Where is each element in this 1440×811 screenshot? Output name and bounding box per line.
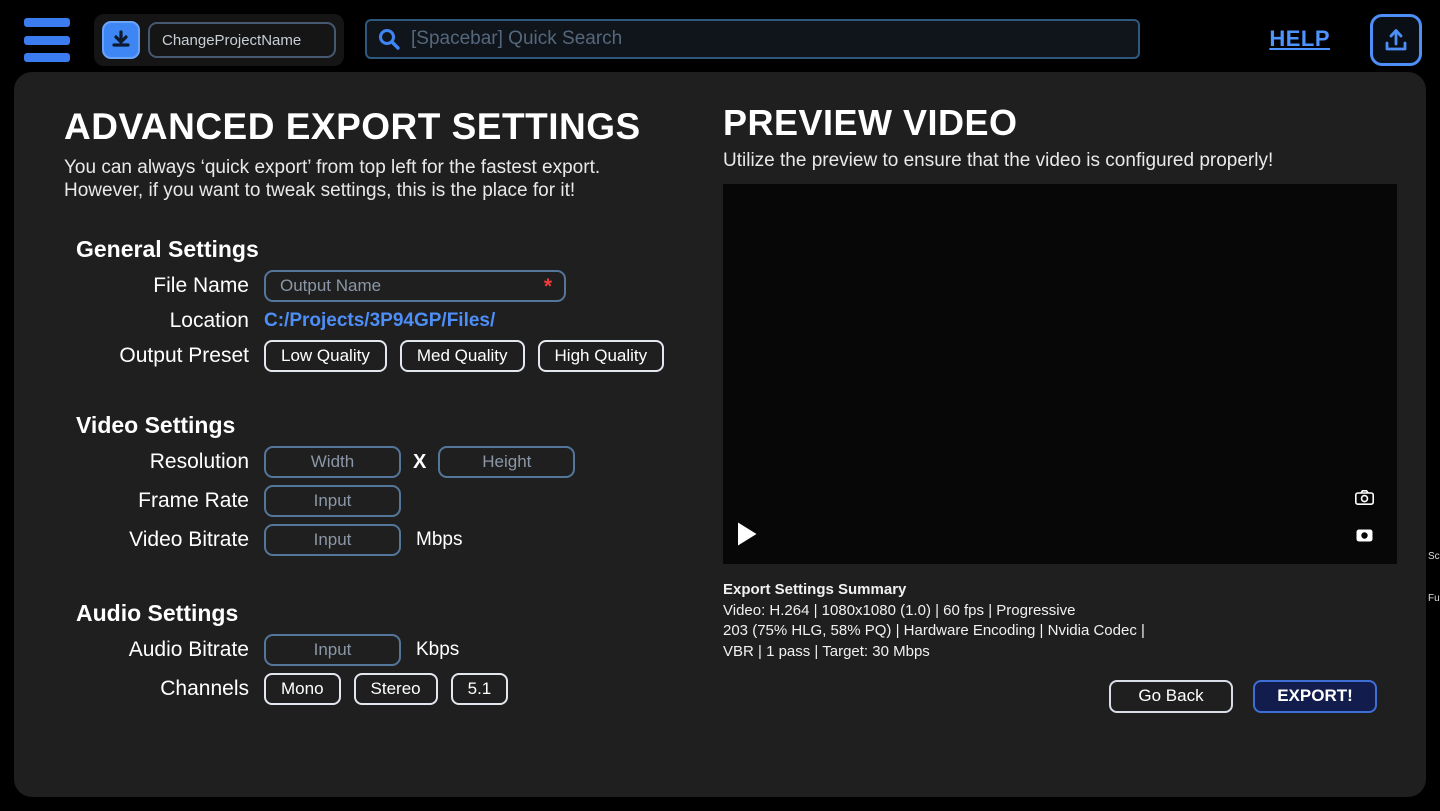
export-settings-summary: Export Settings Summary Video: H.264 | 1…	[723, 580, 1397, 663]
file-name-row: File Name *	[64, 270, 714, 303]
export-button[interactable]: EXPORT!	[1253, 679, 1377, 713]
search-icon	[379, 29, 400, 50]
go-back-button[interactable]: Go Back	[1109, 679, 1233, 713]
video-settings-heading: Video Settings	[76, 412, 236, 439]
main-panel: ADVANCED EXPORT SETTINGS You can always …	[14, 72, 1426, 797]
preview-video-section: PREVIEW VIDEO Utilize the preview to ens…	[723, 102, 1397, 713]
location-label: Location	[169, 309, 249, 333]
channels-label: Channels	[160, 677, 249, 701]
play-icon	[738, 522, 757, 546]
preset-high-quality-button[interactable]: High Quality	[537, 340, 665, 373]
audio-bitrate-label: Audio Bitrate	[128, 638, 249, 662]
subtitle-line-1: You can always ‘quick export’ from top l…	[64, 157, 601, 178]
video-bitrate-row: Video Bitrate Mbps	[64, 524, 714, 557]
width-input[interactable]	[264, 446, 401, 479]
frame-rate-row: Frame Rate	[64, 485, 714, 518]
audio-settings-heading: Audio Settings	[76, 600, 239, 627]
help-link[interactable]: HELP	[1269, 26, 1330, 52]
resolution-label: Resolution	[149, 450, 249, 474]
channel-51-button[interactable]: 5.1	[450, 673, 509, 706]
quick-export-icon[interactable]	[102, 21, 140, 59]
download-arrow-icon	[112, 30, 130, 47]
upload-icon	[1385, 29, 1407, 51]
frame-capture-icon	[1356, 529, 1373, 542]
required-asterisk: *	[543, 275, 552, 299]
subtitle-line-2: However, if you want to tweak settings, …	[64, 180, 576, 202]
summary-heading: Export Settings Summary	[723, 581, 907, 598]
frame-rate-input[interactable]	[264, 485, 401, 518]
video-bitrate-unit: Mbps	[416, 529, 463, 551]
channel-mono-button[interactable]: Mono	[264, 673, 341, 706]
record-frame-icon[interactable]	[1356, 529, 1373, 547]
camera-snapshot-icon[interactable]	[1355, 490, 1374, 510]
project-name-input[interactable]	[148, 22, 336, 58]
summary-line-3: VBR | 1 pass | Target: 30 Mbps	[723, 643, 930, 661]
output-preset-label: Output Preset	[119, 344, 249, 368]
preview-title: PREVIEW VIDEO	[723, 102, 1018, 143]
general-settings-heading: General Settings	[76, 236, 259, 263]
edge-clipped-text-1: Scr	[1428, 551, 1440, 562]
top-bar: HELP	[0, 0, 1440, 80]
play-button[interactable]	[736, 521, 758, 552]
video-preview	[723, 184, 1397, 564]
project-group	[94, 14, 344, 66]
advanced-export-settings-section: ADVANCED EXPORT SETTINGS You can always …	[64, 106, 714, 706]
video-bitrate-input[interactable]	[264, 524, 401, 557]
resolution-x-separator: X	[413, 450, 427, 473]
camera-icon	[1355, 490, 1374, 505]
location-path-link[interactable]: C:/Projects/3P94GP/Files/	[264, 310, 495, 332]
share-export-button[interactable]	[1370, 14, 1422, 66]
audio-bitrate-unit: Kbps	[416, 639, 460, 661]
summary-line-2: 203 (75% HLG, 58% PQ) | Hardware Encodin…	[723, 622, 1145, 640]
file-name-input[interactable]	[264, 270, 566, 303]
audio-bitrate-input[interactable]	[264, 634, 401, 667]
preset-low-quality-button[interactable]: Low Quality	[264, 340, 387, 373]
summary-line-1: Video: H.264 | 1080x1080 (1.0) | 60 fps …	[723, 601, 1076, 619]
action-buttons: Go Back EXPORT!	[723, 679, 1397, 713]
height-input[interactable]	[438, 446, 576, 479]
page-title: ADVANCED EXPORT SETTINGS	[64, 106, 641, 147]
preview-subtitle: Utilize the preview to ensure that the v…	[723, 150, 1274, 171]
file-name-label: File Name	[153, 274, 249, 298]
output-preset-row: Output Preset Low Quality Med Quality Hi…	[64, 340, 714, 373]
channels-row: Channels Mono Stereo 5.1	[64, 673, 714, 706]
quick-search-bar[interactable]	[365, 19, 1140, 59]
channel-stereo-button[interactable]: Stereo	[353, 673, 438, 706]
resolution-row: Resolution X	[64, 446, 714, 479]
frame-rate-label: Frame Rate	[138, 489, 249, 513]
search-input[interactable]	[411, 28, 1128, 50]
edge-clipped-text-2: Fu	[1428, 593, 1440, 604]
page-subtitle: You can always ‘quick export’ from top l…	[64, 156, 714, 202]
location-row: Location C:/Projects/3P94GP/Files/	[64, 309, 714, 333]
video-bitrate-label: Video Bitrate	[129, 528, 249, 552]
preset-med-quality-button[interactable]: Med Quality	[399, 340, 525, 373]
audio-bitrate-row: Audio Bitrate Kbps	[64, 634, 714, 667]
hamburger-menu-icon[interactable]	[24, 18, 70, 62]
